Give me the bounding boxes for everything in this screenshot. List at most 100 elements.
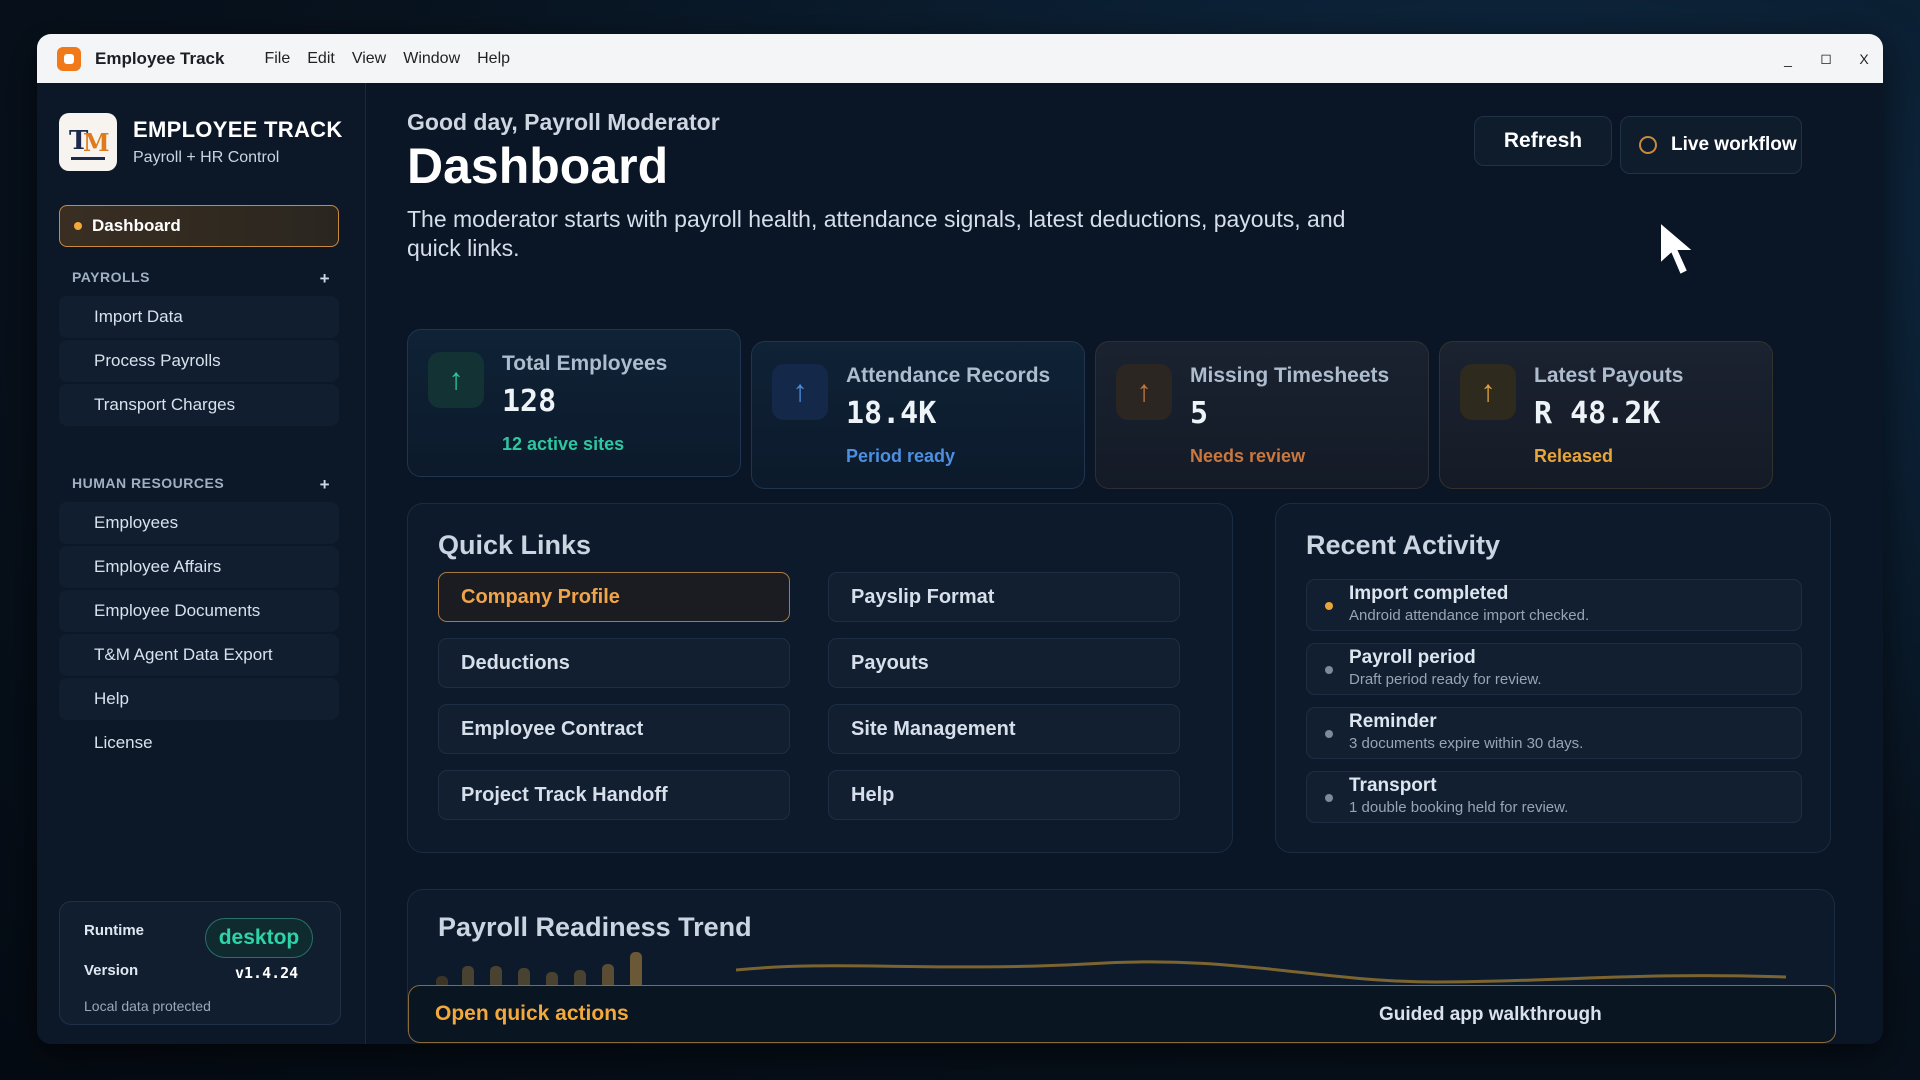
kpi-label: Attendance Records	[846, 364, 1051, 387]
section-human-resources: HUMAN RESOURCES +	[72, 475, 340, 495]
menu-help[interactable]: Help	[477, 50, 510, 68]
status-dot-icon	[1325, 730, 1333, 738]
kpi-sub: Period ready	[846, 446, 956, 466]
minimize-button[interactable]: _	[1769, 51, 1807, 67]
activity-title: Payroll period	[1349, 647, 1476, 668]
app-icon	[57, 46, 81, 71]
menu-view[interactable]: View	[352, 50, 386, 68]
activity-item[interactable]: Payroll period Draft period ready for re…	[1306, 643, 1802, 695]
kpi-sub: 12 active sites	[502, 434, 625, 454]
runtime-badge: desktop	[205, 918, 313, 958]
activity-desc: Android attendance import checked.	[1349, 607, 1590, 624]
sidebar-item-transport-charges[interactable]: Transport Charges	[59, 384, 339, 426]
brand: T M EMPLOYEE TRACK Payroll + HR Control	[59, 113, 343, 171]
guided-walkthrough-link[interactable]: Guided app walkthrough	[1379, 1004, 1602, 1026]
kpi-attendance-records[interactable]: ↑ Attendance Records 18.4K Period ready	[751, 341, 1085, 489]
quick-link-employee-contract[interactable]: Employee Contract	[438, 704, 790, 754]
greeting: Good day, Payroll Moderator	[407, 109, 720, 135]
brand-name: EMPLOYEE TRACK	[133, 117, 343, 142]
activity-item[interactable]: Import completed Android attendance impo…	[1306, 579, 1802, 631]
menu-file[interactable]: File	[264, 50, 290, 68]
app-title: Employee Track	[95, 48, 225, 68]
kpi-label: Total Employees	[502, 352, 668, 375]
activity-title: Transport	[1349, 775, 1437, 796]
section-label: PAYROLLS	[72, 269, 150, 285]
kpi-sub: Needs review	[1190, 446, 1306, 466]
kpi-missing-timesheets[interactable]: ↑ Missing Timesheets 5 Needs review	[1095, 341, 1429, 489]
app-window: Employee Track File Edit View Window Hel…	[37, 34, 1883, 1044]
page-title: Dashboard	[407, 138, 669, 194]
sidebar: T M EMPLOYEE TRACK Payroll + HR Control …	[37, 83, 366, 1044]
trend-title: Payroll Readiness Trend	[438, 912, 752, 942]
quick-link-help[interactable]: Help	[828, 770, 1180, 820]
arrow-up-icon: ↑	[772, 364, 828, 420]
active-dot-icon	[74, 222, 82, 230]
sidebar-item-employee-affairs[interactable]: Employee Affairs	[59, 546, 339, 588]
sidebar-item-employees[interactable]: Employees	[59, 502, 339, 544]
activity-item[interactable]: Transport 1 double booking held for revi…	[1306, 771, 1802, 823]
quick-actions-bar: Open quick actions Guided app walkthroug…	[408, 985, 1836, 1043]
open-quick-actions-button[interactable]: Open quick actions	[435, 1002, 629, 1026]
kpi-total-employees[interactable]: ↑ Total Employees 128 12 active sites	[407, 329, 741, 477]
kpi-value: 128	[502, 384, 557, 419]
sidebar-item-employee-documents[interactable]: Employee Documents	[59, 590, 339, 632]
status-dot-icon	[1325, 666, 1333, 674]
sidebar-item-import-data[interactable]: Import Data	[59, 296, 339, 338]
kpi-label: Latest Payouts	[1534, 364, 1684, 387]
runtime-label: Runtime	[84, 922, 144, 939]
payroll-readiness-trend-panel: Payroll Readiness Trend Open quick actio…	[407, 889, 1836, 1044]
kpi-value: R 48.2K	[1534, 396, 1661, 431]
trend-line	[735, 960, 1787, 984]
quick-links-panel: Quick Links Company Profile Payslip Form…	[407, 503, 1233, 853]
window-controls: _ ◻ X	[1769, 34, 1883, 83]
maximize-button[interactable]: ◻	[1807, 50, 1845, 67]
svg-text:M: M	[83, 128, 110, 157]
runtime-info: Runtime desktop Version v1.4.24 Local da…	[59, 901, 341, 1025]
activity-title: Import completed	[1349, 583, 1509, 604]
expand-payrolls-icon[interactable]: +	[320, 269, 330, 289]
kpi-value: 5	[1190, 396, 1209, 431]
recent-activity-panel: Recent Activity Import completed Android…	[1275, 503, 1831, 853]
activity-item[interactable]: Reminder 3 documents expire within 30 da…	[1306, 707, 1802, 759]
page-description: The moderator starts with payroll health…	[407, 206, 1346, 261]
expand-hr-icon[interactable]: +	[320, 475, 330, 495]
arrow-up-icon: ↑	[1116, 364, 1172, 420]
section-payrolls: PAYROLLS +	[72, 269, 340, 289]
brand-subtitle: Payroll + HR Control	[133, 149, 280, 166]
main-content: Good day, Payroll Moderator Dashboard Th…	[365, 83, 1883, 1044]
sidebar-item-label: Dashboard	[92, 216, 181, 235]
activity-title: Reminder	[1349, 711, 1437, 732]
arrow-up-icon: ↑	[428, 352, 484, 408]
quick-link-payouts[interactable]: Payouts	[828, 638, 1180, 688]
close-button[interactable]: X	[1845, 51, 1883, 67]
quick-link-site-management[interactable]: Site Management	[828, 704, 1180, 754]
sidebar-item-process-payrolls[interactable]: Process Payrolls	[59, 340, 339, 382]
live-workflow-button[interactable]: Live workflow	[1620, 116, 1802, 174]
quick-link-payslip-format[interactable]: Payslip Format	[828, 572, 1180, 622]
sidebar-item-agent-data-export[interactable]: T&M Agent Data Export	[59, 634, 339, 676]
quick-link-company-profile[interactable]: Company Profile	[438, 572, 790, 622]
live-workflow-label: Live workflow	[1671, 134, 1797, 155]
kpi-label: Missing Timesheets	[1190, 364, 1390, 387]
status-dot-icon	[1325, 794, 1333, 802]
brand-logo-icon: T M	[59, 113, 117, 171]
quick-links-title: Quick Links	[438, 530, 592, 560]
activity-desc: 3 documents expire within 30 days.	[1349, 735, 1584, 752]
sidebar-item-help[interactable]: Help	[59, 678, 339, 720]
activity-desc: 1 double booking held for review.	[1349, 799, 1569, 816]
status-dot-icon	[1325, 602, 1333, 610]
section-label: HUMAN RESOURCES	[72, 475, 225, 491]
quick-link-project-track-handoff[interactable]: Project Track Handoff	[438, 770, 790, 820]
refresh-button[interactable]: Refresh	[1474, 116, 1612, 166]
mouse-cursor-icon	[1659, 220, 1697, 277]
sidebar-item-dashboard[interactable]: Dashboard	[59, 205, 339, 247]
version-value: v1.4.24	[235, 964, 299, 982]
menu-window[interactable]: Window	[403, 50, 460, 68]
version-label: Version	[84, 962, 139, 979]
recent-activity-title: Recent Activity	[1306, 530, 1501, 560]
sidebar-item-license[interactable]: License	[59, 722, 339, 764]
arrow-up-icon: ↑	[1460, 364, 1516, 420]
kpi-latest-payouts[interactable]: ↑ Latest Payouts R 48.2K Released	[1439, 341, 1773, 489]
quick-link-deductions[interactable]: Deductions	[438, 638, 790, 688]
menu-edit[interactable]: Edit	[307, 50, 335, 68]
